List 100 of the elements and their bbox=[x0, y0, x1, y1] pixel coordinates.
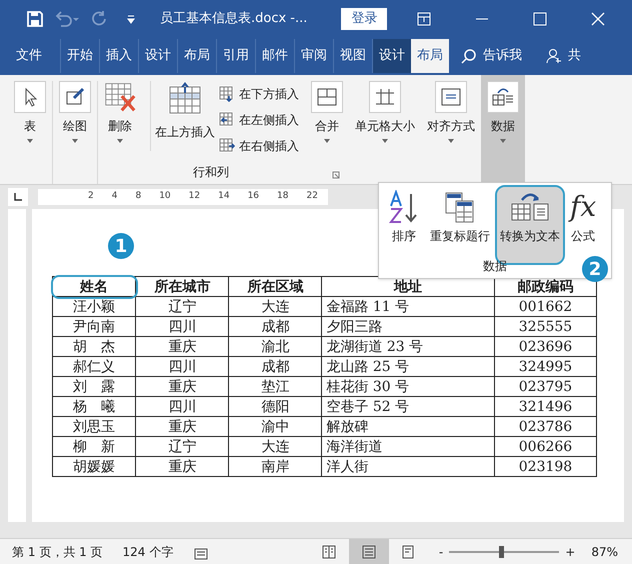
table-cell: 重庆 bbox=[136, 456, 229, 476]
zoom-thumb[interactable] bbox=[498, 546, 504, 558]
table-cell: 大连 bbox=[228, 296, 322, 316]
zoom-out-button[interactable]: - bbox=[436, 542, 446, 560]
table-cell: 尹向南 bbox=[52, 316, 136, 336]
zoom-in-button[interactable]: + bbox=[563, 542, 578, 560]
login-button[interactable]: 登录 bbox=[341, 8, 388, 30]
caret-icon bbox=[323, 139, 331, 144]
ribbon-tab[interactable]: 插入 bbox=[99, 39, 138, 73]
table-cell: 重庆 bbox=[136, 376, 229, 396]
column-header: 姓名 bbox=[52, 276, 136, 296]
table-cell: 渝北 bbox=[228, 336, 322, 356]
table-cell: 桂花街 30 号 bbox=[322, 376, 494, 396]
view-button[interactable] bbox=[348, 538, 389, 564]
table-cell: 重庆 bbox=[136, 336, 229, 356]
table-cell: 大连 bbox=[228, 436, 322, 456]
table-cell: 洋人街 bbox=[322, 456, 494, 476]
table-cell: 德阳 bbox=[228, 396, 322, 416]
table-cell: 龙湖街道 23 号 bbox=[322, 336, 494, 356]
ribbon-button[interactable]: 在上方插入 bbox=[150, 81, 219, 151]
table-cell: 柳 新 bbox=[52, 436, 136, 456]
table-cell: 南岸 bbox=[228, 456, 322, 476]
ribbon-tab[interactable]: 文件 bbox=[10, 39, 48, 73]
table-cell: 四川 bbox=[136, 396, 229, 416]
tab-stop-selector[interactable] bbox=[8, 188, 28, 206]
ruler-number: 8 bbox=[135, 190, 142, 204]
ruler-number: 18 bbox=[277, 190, 288, 204]
ribbon-button[interactable]: 合并 bbox=[308, 81, 346, 161]
ruler-number: 16 bbox=[248, 190, 260, 204]
ruler-number: 4 bbox=[112, 190, 118, 204]
insert-menu-item[interactable]: 在左侧插入 bbox=[219, 107, 299, 133]
ribbon-button[interactable]: 绘图 bbox=[56, 81, 94, 161]
group-label: 行和列 bbox=[193, 164, 229, 181]
page-count: 第 1 页，共 1 页 bbox=[12, 544, 103, 560]
data-menu-button[interactable]: 排序 bbox=[385, 187, 423, 249]
formula-icon: fx bbox=[570, 193, 596, 221]
ribbon-display-icon[interactable] bbox=[417, 12, 432, 26]
table-cell: 海洋街道 bbox=[322, 436, 494, 456]
data-menu-button[interactable]: fx 公式 bbox=[567, 187, 600, 249]
insert-cells-icon bbox=[219, 138, 235, 154]
ribbon-tab[interactable]: 审阅 bbox=[294, 39, 333, 73]
read-mode-icon bbox=[320, 542, 338, 560]
save-icon[interactable] bbox=[26, 10, 44, 28]
table-cell: 解放碑 bbox=[322, 416, 494, 436]
table-cell: 夕阳三路 bbox=[322, 316, 494, 336]
ribbon-button[interactable]: 删除 bbox=[101, 81, 139, 161]
ribbon-tab[interactable]: 开始 bbox=[60, 39, 99, 73]
table-cell: 四川 bbox=[136, 316, 229, 336]
table-cell: 023795 bbox=[494, 376, 596, 396]
table-cell: 胡 杰 bbox=[52, 336, 136, 356]
insert-above-icon bbox=[168, 81, 202, 115]
ribbon-button[interactable]: 对齐方式 bbox=[424, 81, 478, 161]
delete-table-icon bbox=[104, 80, 136, 114]
customize-icon[interactable] bbox=[126, 14, 136, 24]
tell-me-link[interactable]: 告诉我 bbox=[483, 46, 522, 66]
ribbon-tab[interactable]: 布局 bbox=[177, 39, 216, 73]
ruler-number: 2 bbox=[88, 190, 94, 204]
ruler-number: 14 bbox=[218, 190, 230, 204]
table-cell: 龙山路 25 号 bbox=[322, 356, 494, 376]
table-cell: 辽宁 bbox=[136, 436, 229, 456]
table-cell: 垫江 bbox=[228, 376, 322, 396]
ruler-number: 12 bbox=[188, 190, 200, 204]
data-menu-button[interactable]: 重复标题行 bbox=[427, 187, 493, 249]
share-button[interactable]: 共 bbox=[568, 46, 581, 66]
table-cell: 023696 bbox=[494, 336, 596, 356]
step-badge: 1 bbox=[108, 233, 134, 259]
insert-cells-icon bbox=[219, 86, 235, 102]
table-cell: 郝仁义 bbox=[52, 356, 136, 376]
ribbon-tab[interactable]: 设计 bbox=[372, 39, 411, 73]
table-cell: 刘 露 bbox=[52, 376, 136, 396]
table-cell: 四川 bbox=[136, 356, 229, 376]
repeat-header-icon bbox=[444, 190, 476, 224]
table-cell: 杨 曦 bbox=[52, 396, 136, 416]
ribbon-tab[interactable]: 引用 bbox=[216, 39, 255, 73]
table-cell: 渝中 bbox=[228, 416, 322, 436]
dialog-launcher-icon[interactable] bbox=[332, 171, 340, 179]
table-cell: 成都 bbox=[228, 316, 322, 336]
table-cell: 321496 bbox=[494, 396, 596, 416]
caret-icon bbox=[499, 139, 507, 144]
ribbon-button[interactable]: 表 bbox=[11, 81, 49, 161]
person-icon[interactable] bbox=[546, 48, 562, 64]
caret-icon bbox=[26, 139, 34, 144]
ribbon-button[interactable]: 单元格大小 bbox=[352, 81, 418, 161]
close-icon[interactable] bbox=[591, 12, 606, 26]
column-header: 所在城市 bbox=[136, 276, 229, 296]
insert-cells-icon bbox=[219, 112, 235, 128]
maximize-icon[interactable] bbox=[533, 12, 548, 26]
print-layout-icon bbox=[360, 542, 378, 560]
search-icon[interactable] bbox=[461, 48, 477, 64]
redo-icon[interactable] bbox=[90, 10, 108, 28]
ribbon-tab[interactable]: 设计 bbox=[138, 39, 177, 73]
table-cell: 刘思玉 bbox=[52, 416, 136, 436]
ribbon-tab[interactable]: 布局 bbox=[411, 39, 449, 73]
ribbon-tab[interactable]: 邮件 bbox=[255, 39, 294, 73]
caret-icon bbox=[71, 139, 79, 144]
insert-menu-item[interactable]: 在下方插入 bbox=[219, 81, 299, 107]
insert-menu-item[interactable]: 在右侧插入 bbox=[219, 133, 299, 159]
undo-icon[interactable] bbox=[54, 10, 80, 28]
caret-icon bbox=[116, 139, 124, 144]
table-cell: 324995 bbox=[494, 356, 596, 376]
